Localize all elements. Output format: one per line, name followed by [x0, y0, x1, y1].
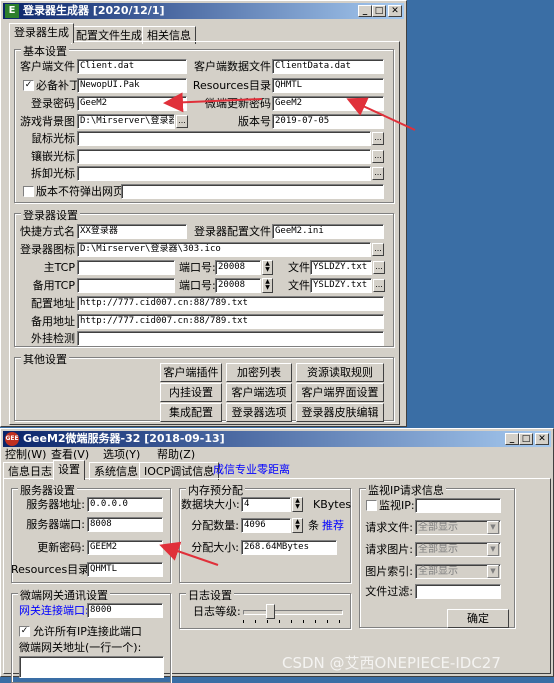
- annotation-arrows: [159, 92, 416, 566]
- arrow-micro-password: [346, 97, 416, 131]
- arrow-update-password: [159, 541, 219, 566]
- watermark: CSDN @艾西ONEPIECE-IDC27: [282, 654, 501, 672]
- arrow-login-password: [163, 92, 263, 113]
- tab-settings[interactable]: 设置: [53, 460, 85, 480]
- tab-generator[interactable]: 登录器生成: [9, 23, 74, 43]
